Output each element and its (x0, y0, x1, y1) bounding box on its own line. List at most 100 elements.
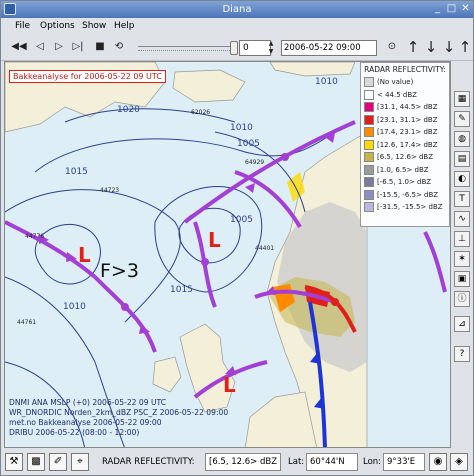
pencil-icon[interactable]: ✎ (454, 111, 470, 127)
legend-item: [6.5, 12.6> dBZ (364, 151, 446, 164)
station-id: 44401 (255, 245, 274, 252)
legend-item: [1.0, 6.5> dBZ (364, 164, 446, 177)
radar-legend: RADAR REFLECTIVITY: (No value) < 44.5 dBZ… (360, 62, 450, 227)
layers-icon[interactable]: ▦ (454, 91, 470, 107)
datetime-field[interactable]: 2006-05-22 09:00 (281, 40, 377, 56)
station-id: 62026 (191, 109, 210, 116)
loop-icon[interactable]: ⟲ (111, 39, 127, 55)
legend-label: [6.5, 12.6> dBZ (377, 153, 434, 162)
image-icon[interactable]: ▩ (27, 453, 45, 471)
lat-label: Lat: (288, 457, 305, 467)
isobar-label: 1005 (237, 139, 260, 149)
isobar-label: 1015 (170, 285, 193, 295)
legend-swatch (364, 77, 374, 88)
legend-item: [31.1, 44.5> dBZ (364, 101, 446, 114)
isobar-label: 1010 (315, 77, 338, 87)
legend-label: [12.6, 17.4> dBZ (377, 140, 438, 149)
play-icon[interactable]: ▷ (51, 39, 67, 55)
profile-icon[interactable]: ⊿ (454, 316, 470, 332)
station-id: 64929 (245, 159, 264, 166)
legend-item: [23.1, 31.1> dBZ (364, 114, 446, 127)
legend-item: (No value) (364, 76, 446, 89)
arrow-up-alt-icon[interactable]: ↑ (457, 39, 473, 55)
globe-icon[interactable]: ◍ (454, 131, 470, 147)
legend-item: [-6.5, 1.0> dBZ (364, 176, 446, 189)
title-bar[interactable]: Diana _ □ ✕ (1, 1, 473, 18)
spin-arrows-icon[interactable]: ▲ ▼ (263, 40, 279, 56)
info-icon[interactable]: ⓘ (454, 291, 470, 307)
right-toolbar: ▦ ✎ ◍ ▤ ◐ T ∿ ⊥ ✶ ▣ ⓘ ⊿ ? (451, 91, 473, 381)
menu-show[interactable]: Show (82, 18, 106, 34)
diana-window: Diana _ □ ✕ File Options Show Help ◀◀ ◁ … (0, 0, 474, 476)
status-bar: ⚒ ▩ ✐ ⌖ RADAR REFLECTIVITY: [6.5, 12.6> … (1, 449, 473, 475)
legend-item: < 44.5 dBZ (364, 89, 446, 102)
info-line-mslp: DNMI ANA MSLP (+0) 2006-05-22 09 UTC (9, 398, 167, 407)
legend-item: [-31.5, -15.5> dBZ (364, 201, 446, 214)
legend-item: [17.4, 23.1> dBZ (364, 126, 446, 139)
lon-value: 9°33'E (383, 453, 425, 471)
legend-label: [1.0, 6.5> dBZ (377, 165, 429, 174)
isobar-label: 1010 (63, 302, 86, 312)
time-slider[interactable] (138, 41, 238, 55)
chart-icon[interactable]: ▤ (454, 151, 470, 167)
first-frame-icon[interactable]: ◀◀ (11, 39, 27, 55)
target-icon[interactable]: ⊙ (384, 39, 400, 55)
legend-label: < 44.5 dBZ (377, 90, 417, 99)
menu-options[interactable]: Options (40, 18, 75, 34)
legend-swatch (364, 114, 374, 125)
minimize-icon[interactable]: _ (431, 3, 444, 16)
grid-icon[interactable]: ▣ (454, 271, 470, 287)
arrow-down-alt-icon[interactable]: ↓ (441, 39, 457, 55)
legend-label: [17.4, 23.1> dBZ (377, 128, 438, 137)
wave-icon[interactable]: ∿ (454, 211, 470, 227)
station-id: 44761 (17, 319, 36, 326)
help-icon[interactable]: ? (454, 346, 470, 362)
legend-label: (No value) (377, 78, 414, 87)
legend-swatch (364, 164, 374, 175)
legend-label: [-6.5, 1.0> dBZ (377, 178, 432, 187)
step-forward-icon[interactable]: ▷| (70, 39, 86, 55)
measure-icon[interactable]: ⊥ (454, 231, 470, 247)
legend-label: [31.1, 44.5> dBZ (377, 103, 438, 112)
status-value: [6.5, 12.6> dBZ (205, 453, 281, 471)
legend-label: [23.1, 31.1> dBZ (377, 115, 438, 124)
app-icon (4, 3, 16, 15)
step-back-icon[interactable]: ◁ (32, 39, 48, 55)
menu-bar: File Options Show Help (1, 18, 473, 34)
legend-swatch (364, 89, 374, 100)
tools-icon[interactable]: ⚒ (5, 453, 23, 471)
window-title: Diana (222, 4, 252, 15)
legend-swatch (364, 177, 374, 188)
isobar-label: 1005 (230, 215, 253, 225)
stop-icon[interactable]: ■ (92, 39, 108, 55)
menu-help[interactable]: Help (114, 18, 135, 34)
status-label: RADAR REFLECTIVITY: (102, 457, 195, 467)
legend-swatch (364, 127, 374, 138)
arrow-up-icon[interactable]: ↑ (405, 39, 421, 55)
map-info-text: DNMI ANA MSLP (+0) 2006-05-22 09 UTC WR_… (9, 398, 228, 438)
isobar-label: 1015 (65, 167, 88, 177)
text-icon[interactable]: T (454, 191, 470, 207)
analysis-label: Bakkeanalyse for 2006-05-22 09 UTC (9, 70, 166, 83)
isobar-label: 1020 (117, 105, 140, 115)
legend-swatch (364, 102, 374, 113)
info-line-dribu: DRIBU 2006-05-22 (08:00 - 12:00) (9, 428, 140, 437)
lat-value: 60°44'N (306, 453, 358, 471)
time-slider-handle[interactable] (230, 41, 238, 55)
record-icon[interactable]: ◉ (429, 453, 447, 471)
marker-icon[interactable]: ⌖ (71, 453, 89, 471)
edit-icon[interactable]: ✐ (49, 453, 67, 471)
legend-label: [-31.5, -15.5> dBZ (377, 203, 443, 212)
legend-item: [-15.5, -6.5> dBZ (364, 189, 446, 202)
balloon-icon[interactable]: ◐ (454, 171, 470, 187)
legend-swatch (364, 202, 374, 213)
arrow-down-icon[interactable]: ↓ (423, 39, 439, 55)
map-canvas[interactable]: L L L F>3 1020 1015 1010 1005 1010 1015 … (4, 61, 451, 448)
satellite-icon[interactable]: ✶ (454, 251, 470, 267)
menu-file[interactable]: File (15, 18, 30, 34)
legend-label: [-15.5, -6.5> dBZ (377, 190, 439, 199)
maximize-icon[interactable]: □ (445, 3, 458, 16)
station-id: 44723 (100, 187, 119, 194)
close-icon[interactable]: ✕ (459, 3, 472, 16)
expand-icon[interactable]: ◈ (450, 453, 468, 471)
